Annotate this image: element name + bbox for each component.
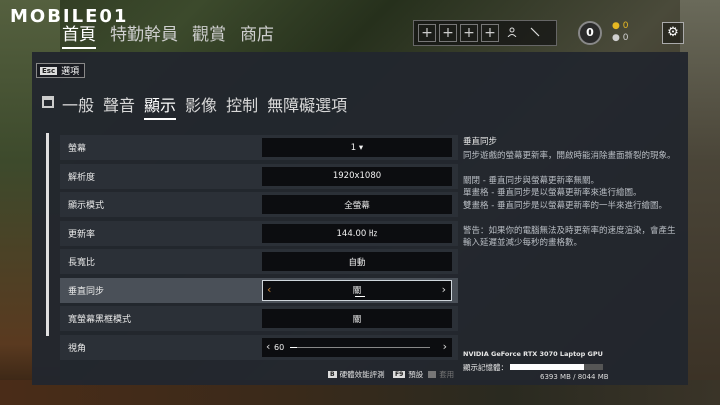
aspect-ratio-selector[interactable]: 自動 [262,252,452,271]
setting-row-monitor[interactable]: 螢幕 1 ▾ [60,135,458,160]
benchmark-button[interactable]: B 硬體效能評測 [328,369,385,380]
menu-icon [42,96,54,108]
letterbox-selector[interactable]: 關 [262,309,452,328]
nav-shop[interactable]: 商店 [240,20,274,49]
setting-row-fov[interactable]: 視角 ‹ 60 › [60,334,458,360]
silver-amount: 0 [622,33,629,43]
description-paragraph: 關閉 - 垂直同步與螢幕更新率無關。 單畫格 - 垂直同步是以螢幕更新率來進行繪… [463,175,667,211]
setting-row-aspect-ratio[interactable]: 長寬比 自動 [60,249,458,274]
main-nav: 首頁 特勤幹員 觀賞 商店 [62,20,274,49]
slider-fill [290,346,297,348]
back-label: 選項 [61,67,80,77]
setting-description: 垂直同步 同步遊戲的螢幕更新率，開啟時能消除畫面撕裂的現象。 關閉 - 垂直同步… [463,136,679,262]
description-paragraph: 警告：如果你的電腦無法及時更新率的速度渲染，會產生輸入延遲並減少每秒的畫格數。 [463,225,676,249]
setting-row-display-mode[interactable]: 顯示模式 全螢幕 [60,192,458,217]
benchmark-label: 硬體效能評測 [339,370,385,379]
monitor-dropdown[interactable]: 1 ▾ [262,138,452,157]
gear-icon[interactable]: ⚙ [662,22,684,44]
setting-row-resolution[interactable]: 解析度 1920x1080 [60,163,458,189]
default-label: 預設 [408,370,424,379]
tab-display[interactable]: 顯示 [144,92,177,120]
tab-accessibility[interactable]: 無障礙選項 [267,92,347,120]
silver-coin-icon: ● [612,33,620,43]
apply-button[interactable]: 套用 [428,369,454,380]
currency-display: ● 0 ● 0 [612,20,628,44]
selector-underline [355,295,365,297]
description-title: 垂直同步 [463,137,498,147]
setting-label: 顯示模式 [68,201,105,211]
sword-icon[interactable] [525,24,545,42]
fov-value: 60 [274,342,285,352]
fov-slider[interactable]: ‹ 60 › [262,337,452,357]
description-paragraph: 同步遊戲的螢幕更新率，開啟時能消除畫面撕裂的現象。 [463,150,676,161]
display-mode-selector[interactable]: 全螢幕 [262,195,452,214]
squad-slot-add[interactable]: + [481,24,499,42]
vsync-value: 關 [352,286,362,296]
vram-usage-bar [510,364,603,370]
chevron-left-icon[interactable]: ‹ [266,340,270,353]
setting-row-vsync[interactable]: 垂直同步 ‹ 關 › [60,277,458,303]
key-hint [428,371,437,378]
gold-coin-icon: ● [612,21,620,31]
person-icon[interactable] [502,24,522,42]
setting-label: 更新率 [68,229,96,240]
settings-list: 螢幕 1 ▾ 解析度 1920x1080 顯示模式 全螢幕 更新率 144.00… [60,135,458,363]
gpu-name: NVIDIA GeForce RTX 3070 Laptop GPU [463,350,603,358]
squad-panel: + + + + [413,20,557,46]
setting-label: 解析度 [68,172,96,183]
nav-operators[interactable]: 特勤幹員 [110,20,178,49]
squad-slot-add[interactable]: + [460,24,478,42]
squad-slot-add[interactable]: + [439,24,457,42]
nav-watch[interactable]: 觀賞 [192,20,226,49]
nav-home[interactable]: 首頁 [62,20,96,49]
setting-label: 垂直同步 [68,286,105,297]
vsync-selector[interactable]: ‹ 關 › [262,279,452,301]
refresh-rate-selector[interactable]: 144.00 ㎐ [262,223,452,243]
tab-general[interactable]: 一般 [62,92,94,120]
back-button[interactable]: Esc 選項 [36,63,86,78]
settings-tabs: 一般 聲音 顯示 影像 控制 無障礙選項 [62,92,347,120]
esc-key-hint: Esc [40,66,58,75]
settings-scrollbar[interactable] [46,133,49,336]
setting-row-refresh-rate[interactable]: 更新率 144.00 ㎐ [60,220,458,246]
chevron-right-icon[interactable]: › [442,283,446,296]
resolution-selector[interactable]: 1920x1080 [262,166,452,186]
setting-row-letterbox[interactable]: 寬螢幕黑框模式 關 [60,306,458,331]
chevron-left-icon[interactable]: ‹ [267,283,271,296]
setting-label: 視角 [68,343,87,354]
default-button[interactable]: F9 預設 [393,369,423,380]
setting-label: 寬螢幕黑框模式 [68,315,132,325]
vram-label: 顯示記憶體： [463,363,508,372]
setting-label: 長寬比 [68,258,96,268]
setting-label: 螢幕 [68,144,87,154]
key-hint: F9 [393,371,406,378]
tab-controls[interactable]: 控制 [226,92,258,120]
key-hint: B [328,371,337,378]
vram-usage-text: 6393 MB / 8044 MB [540,373,609,381]
renown-badge[interactable]: 0 [578,21,602,45]
gold-amount: 0 [622,21,629,31]
vram-usage-fill [510,364,584,370]
chevron-right-icon[interactable]: › [443,340,447,353]
apply-label: 套用 [439,370,455,379]
slider-track[interactable] [290,346,430,348]
squad-slot-add[interactable]: + [418,24,436,42]
tab-graphics[interactable]: 影像 [185,92,217,120]
tab-audio[interactable]: 聲音 [103,92,135,120]
